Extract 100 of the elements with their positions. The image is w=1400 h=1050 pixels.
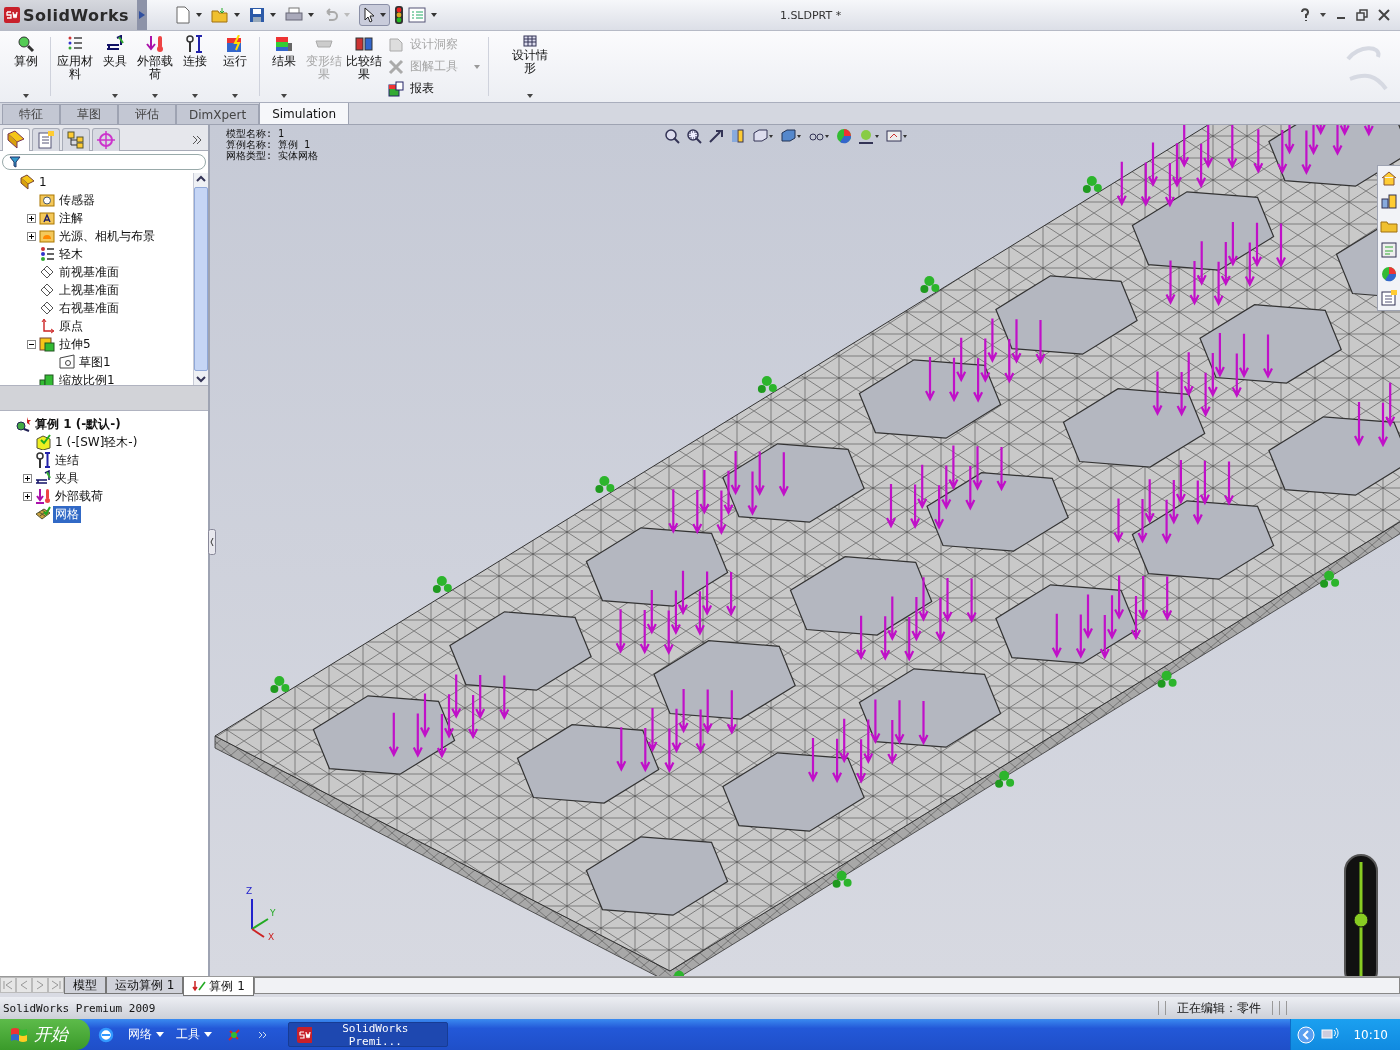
toolbar-button[interactable]: 报表 (388, 79, 480, 98)
tree-item[interactable]: 原点 (57, 317, 85, 335)
toolbar-button[interactable]: 设计情形 (507, 35, 553, 102)
expand-icon[interactable] (23, 473, 32, 483)
tree-item[interactable]: 前视基准面 (57, 263, 121, 281)
tree-item[interactable]: 轻木 (57, 245, 85, 263)
filter-field[interactable] (2, 154, 206, 170)
expand-icon[interactable] (27, 231, 36, 241)
caret-icon[interactable] (281, 94, 287, 98)
taskbar-toolbar-menu[interactable]: 网络 (128, 1026, 164, 1043)
tab[interactable]: 模型 (64, 977, 106, 994)
more-chevron-icon[interactable] (258, 1030, 268, 1039)
close-icon[interactable] (1378, 9, 1390, 21)
caret-icon[interactable] (204, 1032, 212, 1037)
browser-icon[interactable] (98, 1026, 114, 1043)
view-palette-icon[interactable] (1380, 241, 1398, 259)
tree-item[interactable]: 光源、相机与布景 (57, 227, 157, 245)
expand-icon[interactable] (23, 491, 32, 501)
tray-expand-icon[interactable] (1297, 1025, 1316, 1044)
toolbar-button[interactable]: 外部载荷 (135, 35, 175, 102)
tab[interactable]: 评估 (118, 104, 176, 124)
toolbar-button[interactable]: 应用材料 (55, 35, 95, 102)
tree-item[interactable]: 连结 (53, 451, 81, 469)
scroll-down-icon[interactable] (194, 373, 208, 385)
taskbar-window-button[interactable]: SolidWorks Premi... (288, 1022, 448, 1047)
select-button[interactable] (359, 4, 391, 26)
toolbar-button[interactable]: 运行 (215, 35, 255, 102)
crosshair-tab[interactable] (92, 128, 120, 151)
caret-icon[interactable] (232, 94, 238, 98)
toolbar-button[interactable]: 结果 (264, 35, 304, 102)
tree-item[interactable]: 网格 (53, 505, 81, 523)
tree-item[interactable]: 右视基准面 (57, 299, 121, 317)
toolbar-button[interactable]: 比较结果 (344, 35, 384, 102)
caret-icon[interactable] (308, 13, 315, 17)
tree-item[interactable]: 传感器 (57, 191, 97, 209)
logo-icon (4, 7, 20, 23)
tree-item[interactable]: 外部载荷 (53, 487, 105, 505)
caret-icon[interactable] (380, 13, 387, 17)
appearance-icon[interactable] (1380, 265, 1398, 283)
appearance-sphere-icon[interactable] (836, 128, 852, 144)
save-icon[interactable] (249, 7, 266, 23)
parts-library-icon[interactable] (1380, 193, 1398, 211)
caret-icon[interactable] (431, 13, 438, 17)
panel-collapse-handle[interactable] (208, 529, 216, 555)
custom-properties-icon[interactable] (1380, 289, 1398, 307)
fixture-marker (832, 870, 852, 888)
tab[interactable]: 运动算例 1 (106, 977, 184, 994)
caret-icon[interactable] (152, 94, 158, 98)
caret-icon[interactable] (192, 94, 198, 98)
caret-icon[interactable] (270, 13, 277, 17)
rotation-dial-widget[interactable] (1344, 854, 1378, 976)
horizontal-scrollbar[interactable] (253, 977, 1400, 994)
tree-item[interactable]: 缩放比例1 (57, 371, 117, 385)
caret-icon[interactable] (1320, 13, 1326, 17)
scrollbar[interactable] (193, 173, 208, 385)
toolbar-button[interactable]: 夹具 (95, 35, 135, 102)
tree-item[interactable]: 算例 1 (-默认-) (33, 415, 123, 433)
tree-item[interactable]: 1 (37, 175, 49, 189)
tree-item[interactable]: 拉伸5 (57, 335, 93, 353)
toolbar-button[interactable]: 算例 (6, 35, 46, 102)
caret-icon[interactable] (23, 94, 29, 98)
previous-view-icon[interactable] (708, 128, 724, 144)
tree-item[interactable]: 注解 (57, 209, 85, 227)
help-icon[interactable] (1300, 8, 1310, 22)
configuration-tab[interactable] (62, 128, 90, 151)
feature-tree-tab[interactable] (2, 128, 30, 151)
caret-icon[interactable] (527, 94, 533, 98)
home-icon[interactable] (1380, 169, 1398, 187)
toolbar-button[interactable]: 连接 (175, 35, 215, 102)
app-logo[interactable]: SolidWorks (0, 0, 138, 30)
expand-icon[interactable] (27, 213, 36, 223)
view-orientation-icon[interactable] (752, 128, 774, 144)
zoom-area-icon[interactable] (686, 128, 702, 144)
restore-icon[interactable] (1356, 9, 1368, 21)
tab[interactable]: Simulation (259, 102, 350, 124)
caret-icon[interactable] (156, 1032, 164, 1037)
tab[interactable]: DimXpert (176, 104, 260, 124)
caret-icon[interactable] (112, 94, 118, 98)
view-settings-icon[interactable] (886, 128, 908, 144)
traffic-light-icon[interactable] (395, 6, 404, 24)
section-view-icon[interactable] (730, 128, 746, 144)
tree-item[interactable]: 1 (-[SW]轻木-) (53, 433, 140, 451)
tree-item[interactable]: 上视基准面 (57, 281, 121, 299)
scene-icon[interactable] (858, 128, 880, 144)
tree-item[interactable]: 草图1 (77, 353, 113, 371)
tab[interactable]: 算例 1 (183, 977, 254, 996)
taskbar-toolbar-menu[interactable]: 工具 (176, 1026, 212, 1043)
tab[interactable]: 特征 (2, 104, 60, 124)
tab[interactable]: 草图 (60, 104, 118, 124)
satellite-icon[interactable] (226, 1026, 242, 1043)
tree-item[interactable]: 夹具 (53, 469, 81, 487)
collapse-icon[interactable] (27, 339, 36, 349)
property-sheet-tab[interactable] (32, 128, 60, 151)
display-style-icon[interactable] (780, 128, 802, 144)
axis-triad: Z Y X (245, 887, 277, 943)
caret-icon[interactable] (196, 13, 203, 17)
zoom-to-fit-icon[interactable] (664, 128, 680, 144)
app-logo-icon (297, 1026, 312, 1043)
expand-chevron-icon[interactable] (192, 134, 202, 145)
caret-icon[interactable] (234, 13, 241, 17)
